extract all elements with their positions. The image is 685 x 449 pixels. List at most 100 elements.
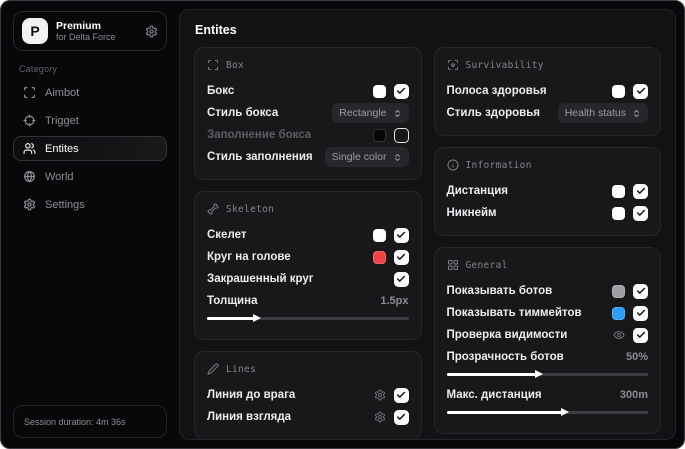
sidebar-item-trigget[interactable]: Trigget (13, 108, 167, 133)
sidebar: P Premium for Delta Force Category Aimbo… (9, 9, 171, 440)
sidebar-item-world[interactable]: World (13, 164, 167, 189)
box-style-select[interactable]: Rectangle (332, 103, 409, 123)
setting-row-bot-opacity: Прозрачность ботов 50% (446, 351, 649, 363)
panel-title: General (465, 259, 508, 271)
main-content: Entites Box Бокс Стиль бокса Rectangle З… (179, 9, 676, 440)
brand-text: Premium for Delta Force (56, 20, 137, 42)
sidebar-item-label: Aimbot (45, 86, 80, 99)
setting-row-view-line: Линия взгляда (207, 406, 409, 428)
category-label: Category (19, 64, 58, 74)
slider-thumb[interactable] (253, 314, 262, 322)
eye-icon[interactable] (613, 329, 625, 341)
brand-logo: P (22, 18, 48, 44)
setting-row-box-fill: Заполнение бокса (207, 124, 409, 146)
chevrons-up-down-icon (393, 153, 402, 162)
aimbot-scan-icon (23, 86, 36, 99)
right-column: Survivability Полоса здоровья Стиль здор… (433, 47, 661, 434)
setting-row-visibility-check: Проверка видимости (447, 324, 648, 346)
color-swatch[interactable] (372, 128, 386, 142)
health-style-select[interactable]: Health status (557, 103, 648, 123)
chevrons-up-down-icon (632, 109, 641, 118)
app-window: P Premium for Delta Force Category Aimbo… (0, 0, 685, 449)
health-bar-checkbox[interactable] (633, 83, 648, 99)
select-value: Health status (564, 107, 626, 119)
sidebar-item-aimbot[interactable]: Aimbot (13, 80, 167, 105)
session-duration-text: Session duration: 4m 36s (24, 416, 126, 427)
setting-row-nickname: Никнейм (447, 202, 648, 224)
panel-information: Information Дистанция Никнейм (433, 147, 661, 236)
color-swatch[interactable] (612, 184, 625, 198)
setting-row-show-teammates: Показывать тиммейтов (447, 302, 648, 324)
line-settings-gear-icon[interactable] (374, 411, 386, 423)
color-swatch[interactable] (372, 84, 386, 98)
scan-heart-icon (447, 59, 459, 71)
head-circle-checkbox[interactable] (393, 249, 409, 265)
panel-title: Lines (226, 363, 257, 375)
setting-row-health-bar: Полоса здоровья (447, 80, 648, 102)
bone-icon (207, 203, 219, 215)
distance-checkbox[interactable] (633, 183, 648, 199)
box-fill-checkbox[interactable] (393, 127, 409, 143)
fill-style-select[interactable]: Single color (324, 147, 409, 167)
view-line-checkbox[interactable] (393, 409, 409, 425)
color-swatch[interactable] (612, 306, 625, 320)
setting-row-show-bots: Показывать ботов (447, 280, 648, 302)
setting-row-box-style: Стиль бокса Rectangle (207, 102, 409, 124)
skeleton-checkbox[interactable] (393, 227, 409, 243)
filled-circle-checkbox[interactable] (393, 271, 409, 287)
slider-thumb[interactable] (535, 370, 544, 378)
setting-row-health-style: Стиль здоровья Health status (447, 102, 648, 124)
enemy-line-checkbox[interactable] (393, 387, 409, 403)
grid-icon (447, 259, 459, 271)
color-swatch[interactable] (612, 206, 625, 220)
visibility-check-checkbox[interactable] (633, 327, 648, 343)
gear-icon[interactable] (145, 25, 158, 38)
bot-opacity-slider[interactable] (446, 369, 648, 379)
nickname-checkbox[interactable] (633, 205, 648, 221)
sidebar-item-entites[interactable]: Entites (13, 136, 167, 161)
sidebar-item-label: World (45, 170, 74, 183)
slider-thumb[interactable] (561, 408, 570, 416)
setting-row-fill-style: Стиль заполнения Single color (207, 146, 409, 168)
panel-box: Box Бокс Стиль бокса Rectangle Заполнени… (194, 47, 422, 180)
brand-title: Premium (56, 19, 101, 32)
setting-row-head-circle: Круг на голове (207, 246, 409, 268)
setting-row-max-distance: Макс. дистанция 300m (446, 389, 649, 401)
color-swatch[interactable] (612, 284, 625, 298)
users-icon (23, 142, 36, 155)
setting-row-enemy-line: Линия до врага (207, 384, 409, 406)
info-icon (447, 159, 459, 171)
panel-survivability: Survivability Полоса здоровья Стиль здор… (433, 47, 661, 136)
color-swatch[interactable] (612, 84, 625, 98)
panel-title: Information (465, 159, 532, 171)
left-column: Box Бокс Стиль бокса Rectangle Заполнени… (194, 47, 422, 440)
sidebar-item-label: Settings (45, 198, 85, 211)
panel-title: Box (226, 59, 245, 71)
max-distance-slider[interactable] (446, 407, 648, 417)
panel-title: Survivability (465, 59, 544, 71)
line-settings-gear-icon[interactable] (374, 389, 386, 401)
panel-lines: Lines Линия до врага Линия взгляда (194, 351, 422, 440)
crosshair-icon (23, 114, 36, 127)
sidebar-item-label: Trigget (45, 114, 79, 127)
setting-row-distance: Дистанция (447, 180, 648, 202)
session-duration: Session duration: 4m 36s (13, 405, 167, 438)
color-swatch[interactable] (372, 228, 386, 242)
sidebar-item-settings[interactable]: Settings (13, 192, 167, 217)
thickness-slider[interactable] (207, 313, 409, 323)
color-swatch[interactable] (372, 250, 386, 264)
select-value: Single color (331, 151, 387, 163)
globe-icon (23, 170, 36, 183)
bot-opacity-value: 50% (625, 351, 648, 363)
brand-card: P Premium for Delta Force (13, 11, 167, 51)
box-checkbox[interactable] (393, 83, 409, 99)
setting-row-filled-circle: Закрашенный круг (207, 268, 409, 290)
scan-box-icon (207, 59, 219, 71)
select-value: Rectangle (339, 107, 387, 119)
sidebar-nav: Aimbot Trigget Entites World Settings (13, 80, 167, 217)
setting-row-skeleton: Скелет (207, 224, 409, 246)
page-title: Entites (195, 23, 237, 37)
setting-row-box: Бокс (207, 80, 409, 102)
show-teammates-checkbox[interactable] (633, 305, 648, 321)
show-bots-checkbox[interactable] (633, 283, 648, 299)
